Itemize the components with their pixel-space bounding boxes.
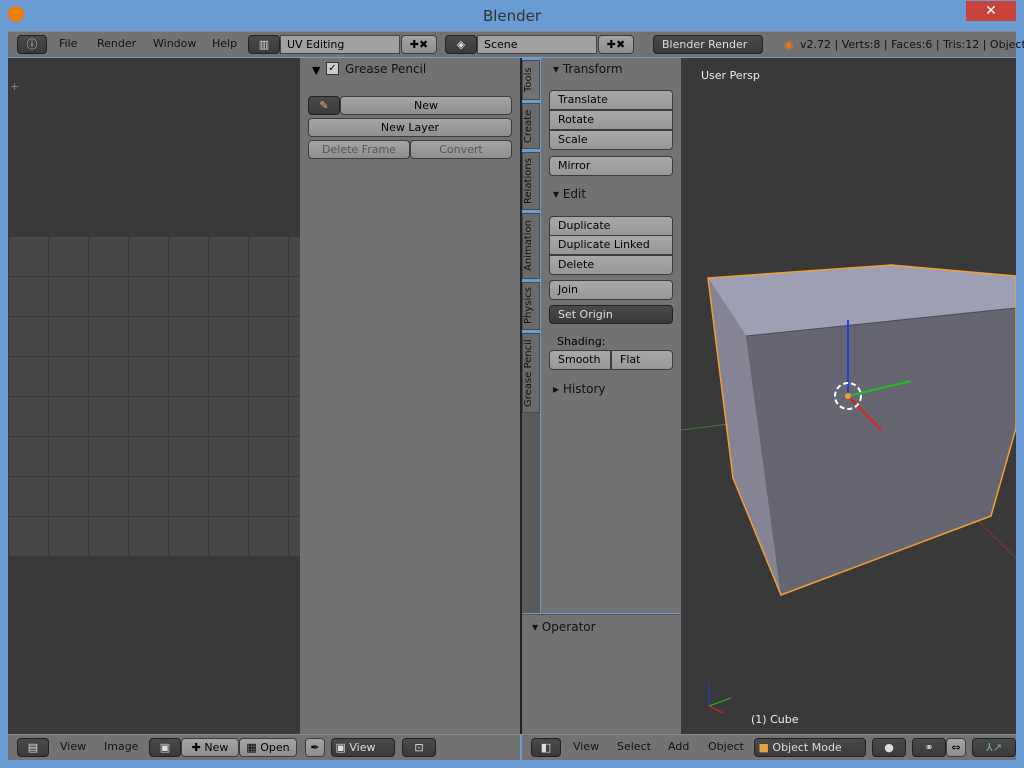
menu-select[interactable]: Select [617,740,651,753]
operator-header[interactable]: ▾ Operator [532,620,596,634]
3d-view-icon[interactable]: ◧ [531,738,561,757]
active-object-label: (1) Cube [751,713,799,726]
smooth-button[interactable]: Smooth [549,350,611,370]
translate-button[interactable]: Translate [549,90,673,110]
new-layer-button[interactable]: New Layer [308,118,512,137]
origin-dot [845,393,851,399]
scene-icon[interactable]: ◈ [445,35,477,54]
shading-label: Shading: [557,335,606,348]
scene-field[interactable]: Scene [477,35,597,54]
menu-view[interactable]: View [60,740,86,753]
new-image-label: New [204,741,229,754]
expand-icon[interactable]: + [10,80,19,93]
tab-tools[interactable]: Tools [522,60,540,100]
manipulator-icon[interactable]: ⇔ [946,738,966,757]
scene-canvas [681,264,1016,714]
scale-button[interactable]: Scale [549,130,673,150]
tab-physics[interactable]: Physics [522,282,540,330]
pin-icon[interactable]: ✒ [305,738,325,757]
3d-viewport[interactable]: User Persp (1) Cube [681,58,1016,734]
duplicate-button[interactable]: Duplicate [549,216,673,236]
new-label: New [414,99,438,112]
new-image-button[interactable]: ✚ New [181,738,239,757]
view-mode-label: View [349,741,376,754]
render-engine-select[interactable]: Blender Render [653,35,763,54]
tab-relations[interactable]: Relations [522,152,540,210]
menu-object[interactable]: Object [708,740,744,753]
grease-pencil-checkbox[interactable]: ✓ [326,62,339,75]
layout-icon[interactable]: ▥ [248,35,280,54]
operator-label: Operator [541,620,596,634]
set-origin-select[interactable]: Set Origin [549,305,673,324]
shading-select[interactable]: ● [872,738,906,757]
open-image-label: Open [260,741,290,754]
mirror-button[interactable]: Mirror [549,156,673,176]
editor-type-icon[interactable]: ▤ [17,738,49,757]
mini-x-axis [708,705,724,714]
window-title: Blender [482,7,542,25]
tab-grease-pencil[interactable]: Grease Pencil [522,333,540,413]
view-mode-select[interactable]: ▣ View [331,738,395,757]
mode-label: Object Mode [772,741,842,754]
blender-logo-icon [8,6,24,22]
uv-grid [8,236,300,556]
scene-stats: v2.72 | Verts:8 | Faces:6 | Tris:12 | Ob… [800,38,1024,51]
rotate-button[interactable]: Rotate [549,110,673,130]
tab-animation[interactable]: Animation [522,213,540,279]
edit-label: Edit [562,187,587,201]
operator-panel: ▾ Operator [522,614,681,734]
transform-manipulator-icon[interactable]: ⅄↗ [972,738,1016,757]
edit-header[interactable]: ▾ Edit [553,187,586,201]
pivot-select[interactable]: ⚭ [912,738,946,757]
menu-render[interactable]: Render [97,37,136,50]
mini-y-axis [708,697,732,707]
tab-bar [522,413,540,613]
uv-editor[interactable]: + [8,58,300,734]
info-editor-icon[interactable]: ⓘ [17,35,47,54]
image-browse-icon[interactable]: ▣ [149,738,181,757]
3d-header: ◧ View Select Add Object ■ Object Mode ●… [522,734,1016,760]
flat-button[interactable]: Flat [611,350,673,370]
duplicate-linked-button[interactable]: Duplicate Linked [549,235,673,255]
history-label: History [562,382,606,396]
transform-header[interactable]: ▾ Transform [553,62,623,76]
layout-field[interactable]: UV Editing [280,35,400,54]
blender-icon: ◉ [784,38,794,51]
scene-add-remove[interactable]: ✚✖ [598,35,634,54]
convert-button[interactable]: Convert [410,140,512,159]
menu-view-3d[interactable]: View [573,740,599,753]
uv-header: ▤ View Image ▣ ✚ New ▦ Open ✒ ▣ View ⊡ [8,734,520,760]
menu-add[interactable]: Add [668,740,689,753]
pencil-icon[interactable]: ✎ [308,96,340,115]
uv-properties-region: ▼ ✓ Grease Pencil ✎ New New Layer Delete… [300,58,520,734]
panel-title: Grease Pencil [345,62,427,76]
collapse-icon[interactable]: ▼ [312,64,320,77]
info-header: ⓘ File Render Window Help ▥ UV Editing ✚… [8,31,1024,57]
mode-select[interactable]: ■ Object Mode [754,738,866,757]
layout-add-remove[interactable]: ✚✖ [401,35,437,54]
cube-icon: ■ [758,741,769,754]
transform-label: Transform [562,62,623,76]
menu-file[interactable]: File [59,37,77,50]
cube-front-face [746,308,1016,595]
close-button[interactable]: ✕ [966,1,1016,21]
menu-image[interactable]: Image [104,740,138,753]
menu-window[interactable]: Window [153,37,196,50]
delete-button[interactable]: Delete [549,255,673,275]
open-image-button[interactable]: ▦ Open [239,738,297,757]
new-button[interactable]: New [340,96,512,115]
history-header[interactable]: ▸ History [553,382,606,396]
delete-frame-button[interactable]: Delete Frame [308,140,410,159]
join-button[interactable]: Join [549,280,673,300]
tab-create[interactable]: Create [522,103,540,149]
pivot-icon[interactable]: ⊡ [402,738,436,757]
menu-help[interactable]: Help [212,37,237,50]
tool-shelf: ▾ Transform Translate Rotate Scale Mirro… [541,58,681,613]
